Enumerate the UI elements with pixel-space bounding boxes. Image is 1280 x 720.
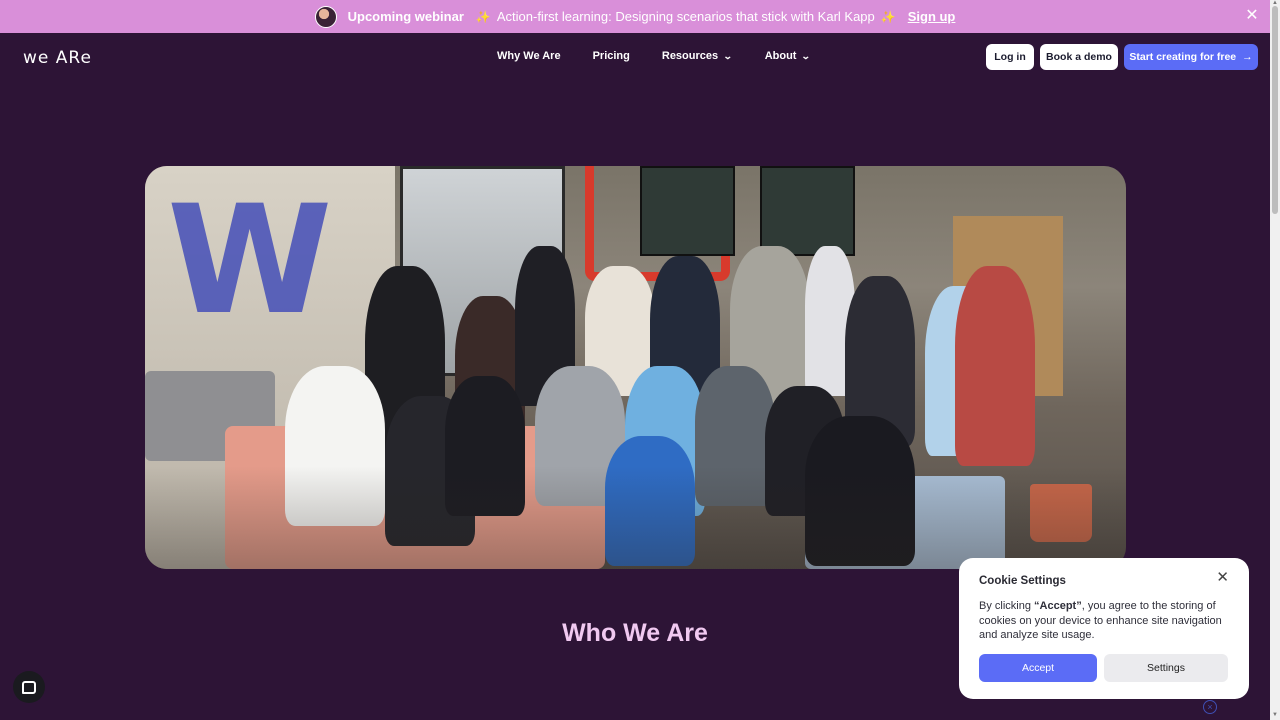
announcement-text: Action-first learning: Designing scenari… [496, 9, 875, 24]
cookie-text: By clicking “Accept”, you agree to the s… [979, 599, 1231, 643]
speaker-avatar [314, 5, 337, 28]
start-free-label: Start creating for free [1129, 51, 1237, 63]
scroll-down-icon[interactable]: ▼ [1271, 712, 1279, 718]
close-icon[interactable]: ✕ [1244, 8, 1260, 24]
scroll-up-icon[interactable]: ▲ [1271, 0, 1279, 6]
nav-item-label: Why We Are [497, 50, 561, 62]
accept-button[interactable]: Accept [979, 654, 1097, 682]
book-demo-button[interactable]: Book a demo [1040, 44, 1118, 70]
nav-item-why-we-are[interactable]: Why We Are [497, 50, 561, 62]
nav-item-resources[interactable]: Resources ⌄ [661, 50, 733, 62]
team-photo: W [145, 166, 1126, 569]
chevron-down-icon: ⌄ [801, 50, 812, 61]
cookie-title: Cookie Settings [979, 575, 1066, 587]
sparkle-icon: ✨ [475, 9, 491, 24]
scrollbar-thumb[interactable] [1272, 6, 1278, 214]
nav-item-pricing[interactable]: Pricing [593, 50, 630, 62]
close-icon[interactable]: ✕ [1216, 568, 1229, 586]
photo-window [760, 166, 855, 256]
close-icon[interactable]: × [1203, 700, 1217, 714]
cookie-panel: Cookie Settings ✕ By clicking “Accept”, … [959, 558, 1249, 699]
nav-item-label: Pricing [592, 50, 630, 62]
logo[interactable]: we ARe [23, 48, 92, 68]
nav-item-label: About [764, 50, 797, 62]
photo-window [640, 166, 735, 256]
nav-links: Why We Are Pricing Resources ⌄ About ⌄ [497, 50, 812, 62]
brand-mural: W [167, 174, 333, 348]
start-free-button[interactable]: Start creating for free → [1124, 44, 1258, 70]
login-button[interactable]: Log in [986, 44, 1034, 70]
announcement-bar: Upcoming webinar ✨ Action-first learning… [0, 0, 1270, 33]
cookie-text-pre: By clicking [979, 600, 1035, 612]
main-nav: we ARe Why We Are Pricing Resources ⌄ Ab… [0, 33, 1270, 83]
arrow-right-icon: → [1242, 51, 1253, 63]
chevron-down-icon: ⌄ [723, 50, 733, 61]
chat-icon [22, 680, 36, 694]
cookie-settings-button[interactable]: Settings [1104, 654, 1228, 682]
nav-item-label: Resources [661, 50, 719, 62]
cookie-text-bold: “Accept” [1034, 600, 1082, 612]
signup-link[interactable]: Sign up [908, 9, 956, 24]
nav-item-about[interactable]: About ⌄ [764, 50, 812, 62]
chat-launcher-button[interactable] [13, 671, 45, 703]
sparkle-icon: ✨ [880, 9, 896, 24]
announcement-label: Upcoming webinar [347, 9, 464, 24]
photo-floor [145, 466, 1126, 569]
